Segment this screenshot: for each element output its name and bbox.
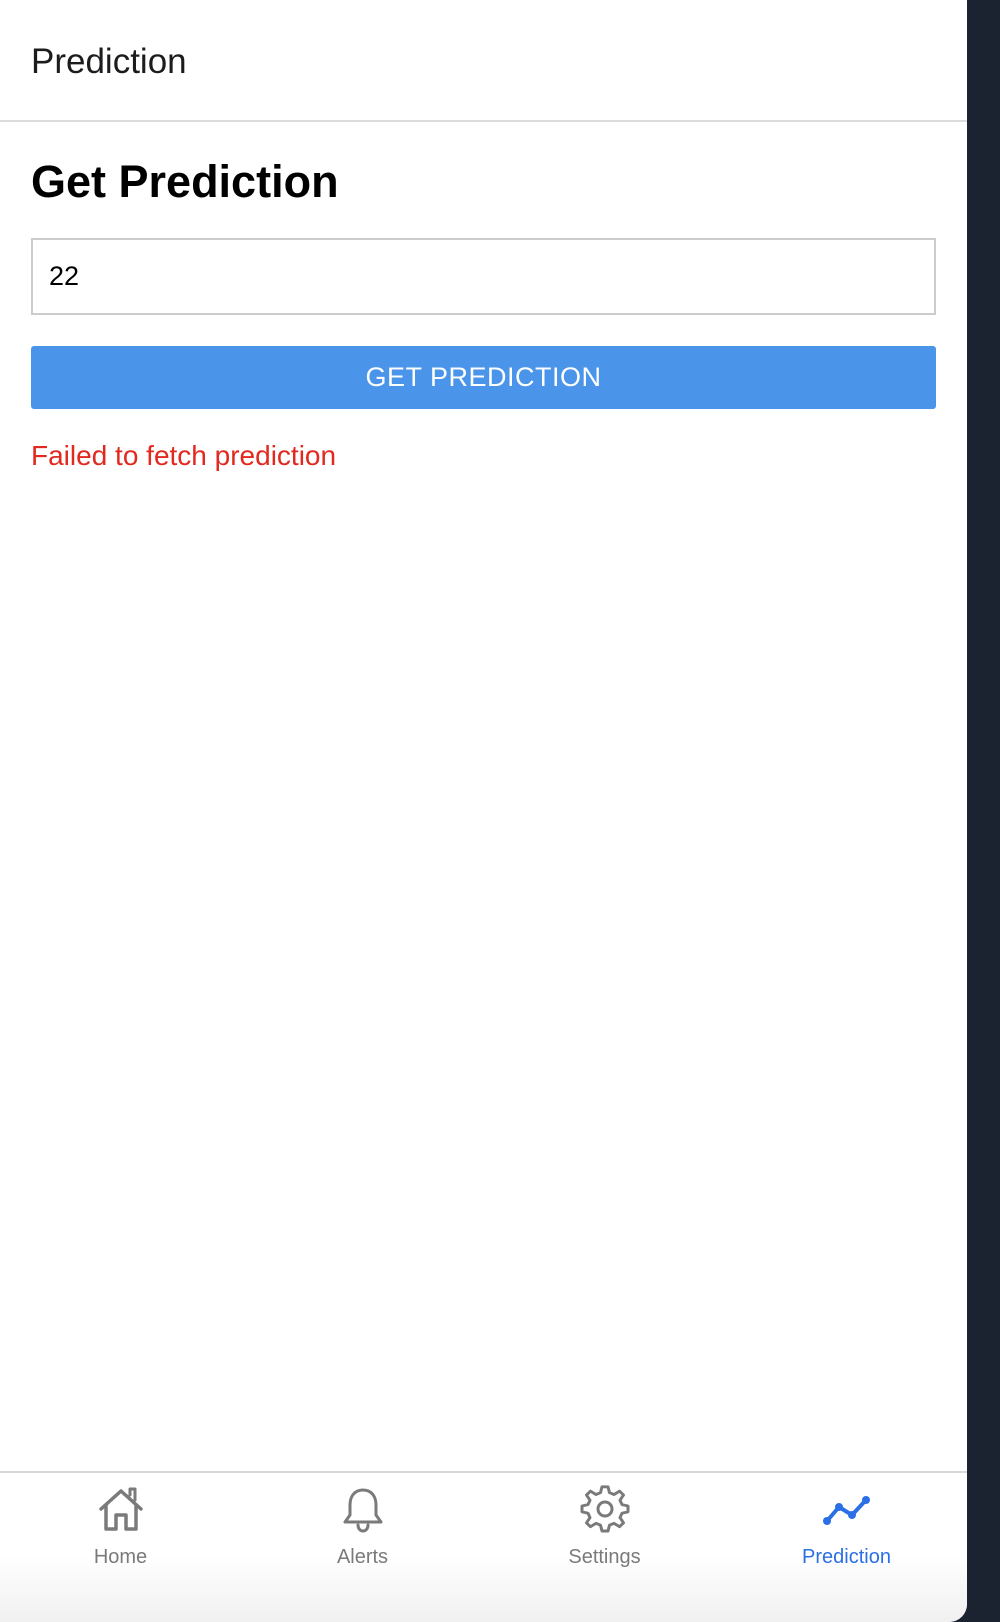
page-heading: Get Prediction bbox=[31, 156, 339, 207]
top-header: Prediction bbox=[0, 0, 967, 122]
prediction-input[interactable] bbox=[33, 240, 934, 313]
tab-home-label: Home bbox=[93, 1546, 148, 1568]
bell-icon bbox=[343, 1488, 382, 1533]
trend-line-icon bbox=[822, 1496, 870, 1525]
get-prediction-button[interactable]: GET PREDICTION bbox=[31, 346, 936, 409]
header-title: Prediction bbox=[31, 42, 187, 81]
tab-prediction-label: Prediction bbox=[802, 1546, 891, 1568]
prediction-input-box[interactable] bbox=[31, 238, 936, 315]
tab-settings-label: Settings bbox=[568, 1546, 641, 1568]
tab-alerts[interactable]: Alerts bbox=[242, 1473, 483, 1622]
error-message: Failed to fetch prediction bbox=[31, 440, 337, 471]
home-icon bbox=[98, 1487, 143, 1531]
tab-prediction[interactable]: Prediction bbox=[726, 1473, 967, 1622]
gear-icon bbox=[580, 1485, 629, 1533]
tab-alerts-label: Alerts bbox=[336, 1546, 389, 1568]
tab-settings[interactable]: Settings bbox=[484, 1473, 725, 1622]
app-screen: Prediction Get Prediction GET PREDICTION… bbox=[0, 0, 967, 1622]
bottom-tab-bar: Home Alerts Settings Prediction bbox=[0, 1471, 967, 1622]
tab-home[interactable]: Home bbox=[0, 1473, 241, 1622]
